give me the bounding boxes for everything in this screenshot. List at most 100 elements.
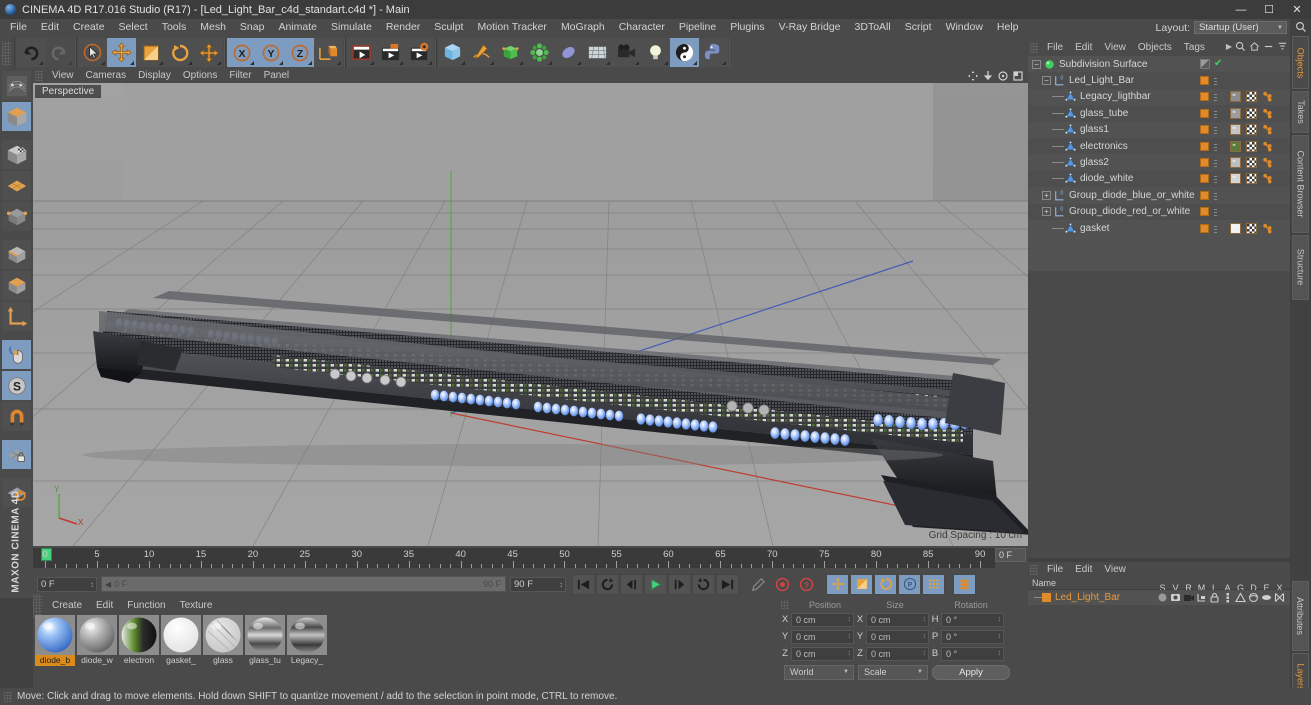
status-grip[interactable] xyxy=(4,691,12,702)
object-row-diode_white[interactable]: diode_white xyxy=(1028,170,1290,188)
selection-tag-icon[interactable] xyxy=(1262,141,1273,152)
object-menu-tags[interactable]: Tags xyxy=(1178,40,1211,55)
layer-render-icon[interactable] xyxy=(1182,592,1195,603)
layer-tag-icon[interactable] xyxy=(1200,76,1209,86)
layer-tag-icon[interactable] xyxy=(1200,92,1209,102)
coordinates-grip[interactable] xyxy=(781,600,789,609)
go-to-start-button[interactable] xyxy=(572,573,595,595)
layout-dropdown[interactable]: Startup (User) xyxy=(1194,21,1287,34)
uv-tag-icon[interactable] xyxy=(1246,140,1257,152)
minimize-button[interactable]: — xyxy=(1227,0,1255,19)
object-row-gasket[interactable]: gasket xyxy=(1028,220,1290,236)
object-row-group_diode_red_or_white[interactable]: +0 Group_diode_red_or_white xyxy=(1028,203,1290,220)
polygons-mode-button[interactable] xyxy=(2,271,31,300)
axis-z-lock[interactable]: Z xyxy=(285,38,314,67)
world-object-coordinates[interactable] xyxy=(314,38,343,67)
previous-key-button[interactable] xyxy=(620,573,643,595)
layer-menu-edit[interactable]: Edit xyxy=(1069,562,1098,577)
layer-manager-icon[interactable] xyxy=(1195,592,1208,603)
layer-tag-icon[interactable] xyxy=(1200,223,1209,233)
selection-tag-icon[interactable] xyxy=(1262,173,1273,184)
axis-y-lock[interactable]: Y xyxy=(256,38,285,67)
object-expander-subdivision surface[interactable]: − xyxy=(1032,59,1041,69)
current-frame-field[interactable]: 0 F xyxy=(37,576,97,592)
dolly-icon[interactable] xyxy=(982,70,994,82)
next-key-button[interactable] xyxy=(668,573,691,595)
rotate-icon[interactable] xyxy=(997,70,1009,82)
size-field-X[interactable]: 0 cm xyxy=(866,612,929,627)
selection-tag-icon[interactable] xyxy=(1262,91,1273,102)
material-preview-Legacy_lightbar[interactable] xyxy=(287,615,327,655)
make-editable-button[interactable] xyxy=(2,71,31,100)
enable-snap-button[interactable]: S xyxy=(2,371,31,400)
object-manager-grip[interactable] xyxy=(1030,42,1038,53)
object-expander-led_light_bar[interactable]: − xyxy=(1042,76,1051,86)
selection-tag-icon[interactable] xyxy=(1262,223,1273,234)
uv-tag-icon[interactable] xyxy=(1246,91,1257,103)
scale-tool[interactable] xyxy=(136,38,165,67)
point-level-animation-button[interactable] xyxy=(922,573,945,595)
material-menu-edit[interactable]: Edit xyxy=(89,598,120,613)
viewport-menu-cameras[interactable]: Cameras xyxy=(80,69,133,83)
position-key-button[interactable] xyxy=(826,573,849,595)
object-row-glass1[interactable]: glass1 xyxy=(1028,122,1290,138)
object-row-legacy_ligthbar[interactable]: Legacy_ligthbar xyxy=(1028,89,1290,105)
material-preview-electronics[interactable] xyxy=(119,615,159,655)
object-manager-empty-area[interactable] xyxy=(1028,271,1290,558)
close-button[interactable]: ✕ xyxy=(1283,0,1311,19)
layer-solo-icon[interactable] xyxy=(1156,592,1169,603)
object-row-glass2[interactable]: glass2 xyxy=(1028,154,1290,170)
menu-item-mesh[interactable]: Mesh xyxy=(193,19,233,36)
maximize-button[interactable]: ☐ xyxy=(1255,0,1283,19)
camera-button[interactable] xyxy=(612,38,641,67)
end-frame-field[interactable]: 90 F xyxy=(510,576,566,592)
layer-manager-grip[interactable] xyxy=(1030,564,1038,575)
pan-icon[interactable] xyxy=(967,70,979,82)
layer-color-swatch[interactable] xyxy=(1042,593,1051,602)
play-backwards-loop-button[interactable] xyxy=(596,573,619,595)
menu-item-sculpt[interactable]: Sculpt xyxy=(427,19,470,36)
layer-xref-icon[interactable] xyxy=(1273,592,1286,603)
rotate-tool[interactable] xyxy=(165,38,194,67)
model-mode-button[interactable] xyxy=(2,102,31,131)
autokeying-button[interactable] xyxy=(747,574,770,595)
layer-tag-icon[interactable] xyxy=(1200,174,1209,184)
material-tag-icon[interactable] xyxy=(1230,124,1241,136)
material-tag-icon[interactable] xyxy=(1230,107,1241,119)
redo-button[interactable] xyxy=(45,38,74,67)
menu-item-v-ray-bridge[interactable]: V-Ray Bridge xyxy=(772,19,848,36)
uv-tag-icon[interactable] xyxy=(1246,222,1257,234)
vertical-tab-structure[interactable]: Structure xyxy=(1292,235,1309,300)
visibility-check-icon[interactable]: ✔ xyxy=(1214,59,1222,69)
material-preview-glass_tube[interactable] xyxy=(245,615,285,655)
position-field-Y[interactable]: 0 cm xyxy=(791,629,854,644)
light-button[interactable] xyxy=(641,38,670,67)
generator-button[interactable] xyxy=(496,38,525,67)
material-item-glass_tube[interactable]: glass_tu xyxy=(245,615,285,666)
layer-tag-icon[interactable] xyxy=(1200,190,1209,200)
menu-item-animate[interactable]: Animate xyxy=(271,19,324,36)
material-tag-icon[interactable] xyxy=(1230,91,1241,103)
layer-menu-view[interactable]: View xyxy=(1098,562,1132,577)
rotation-field-H[interactable]: 0 ° xyxy=(941,612,1004,627)
axis-x-lock[interactable]: X xyxy=(227,38,256,67)
layer-tag-icon[interactable] xyxy=(1200,158,1209,168)
material-item-electronics[interactable]: electron xyxy=(119,615,159,666)
selection-tag-icon[interactable] xyxy=(1262,108,1273,119)
material-item-diode_blue[interactable]: diode_b xyxy=(35,615,75,666)
object-menu-file[interactable]: File xyxy=(1041,40,1069,55)
material-tag-icon[interactable] xyxy=(1230,157,1241,169)
vertical-tab-takes[interactable]: Takes xyxy=(1292,91,1309,134)
material-preview-diode_white[interactable] xyxy=(77,615,117,655)
viewport-menu-panel[interactable]: Panel xyxy=(258,69,296,83)
play-forwards-loop-button[interactable] xyxy=(692,573,715,595)
viewport-grip[interactable] xyxy=(35,71,43,81)
position-field-X[interactable]: 0 cm xyxy=(791,612,854,627)
search-icon[interactable] xyxy=(1235,41,1246,52)
parameter-key-button[interactable]: P xyxy=(898,573,921,595)
selection-tag-icon[interactable] xyxy=(1262,157,1273,168)
menu-item-create[interactable]: Create xyxy=(66,19,112,36)
object-expander-group_diode_blue_or_white[interactable]: + xyxy=(1042,190,1051,200)
layer-generator-icon[interactable] xyxy=(1234,592,1247,603)
collapse-icon[interactable] xyxy=(1277,41,1288,52)
